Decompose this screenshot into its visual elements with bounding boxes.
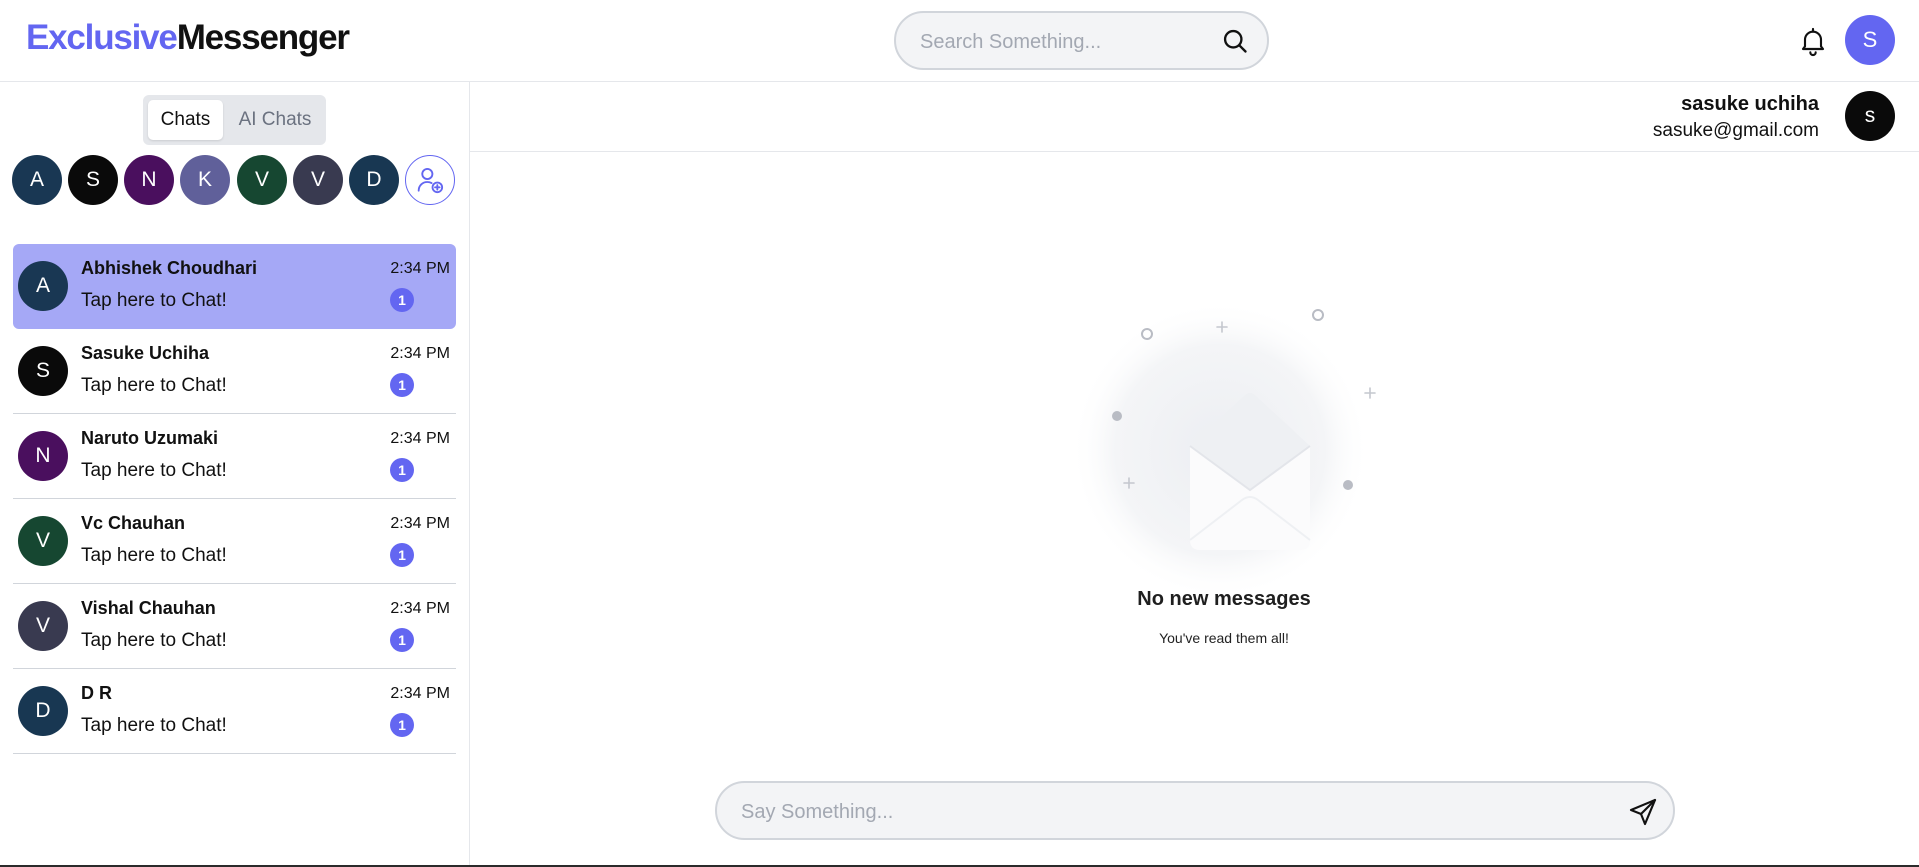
chat-preview: Tap here to Chat! bbox=[81, 630, 227, 651]
contact-avatar[interactable]: D bbox=[349, 155, 399, 205]
chat-preview: Tap here to Chat! bbox=[81, 460, 227, 481]
unread-badge: 1 bbox=[390, 628, 414, 652]
chat-avatar: A bbox=[18, 261, 68, 311]
chat-name: Vishal Chauhan bbox=[81, 598, 216, 618]
chat-preview: Tap here to Chat! bbox=[81, 715, 227, 736]
conversation-header: sasuke uchiha sasuke@gmail.com s bbox=[470, 82, 1919, 152]
search-icon[interactable] bbox=[1221, 27, 1249, 55]
chat-time: 2:34 PM bbox=[390, 600, 450, 617]
unread-badge: 1 bbox=[390, 458, 414, 482]
unread-badge: 1 bbox=[390, 543, 414, 567]
brand-part-1: Exclusive bbox=[26, 18, 178, 57]
conversation-panel: sasuke uchiha sasuke@gmail.com s No new … bbox=[470, 82, 1919, 867]
chat-tabs: Chats AI Chats bbox=[143, 95, 326, 145]
chat-list-item[interactable]: V Vc Chauhan Tap here to Chat! 2:34 PM 1 bbox=[13, 499, 456, 584]
empty-state bbox=[1050, 300, 1390, 630]
empty-state-subtitle: You've read them all! bbox=[1159, 630, 1289, 646]
add-user-icon bbox=[417, 168, 444, 194]
unread-badge: 1 bbox=[390, 288, 414, 312]
message-composer bbox=[715, 781, 1675, 840]
chat-name: D R bbox=[81, 683, 112, 703]
recipient-email: sasuke@gmail.com bbox=[1652, 120, 1819, 141]
chat-name: Vc Chauhan bbox=[81, 513, 186, 533]
chat-name: Abhishek Choudhari bbox=[81, 258, 258, 278]
sidebar: Chats AI Chats A S N K V V D A Abhishek … bbox=[0, 82, 470, 867]
chat-time: 2:34 PM bbox=[390, 430, 450, 447]
chat-preview: Tap here to Chat! bbox=[81, 375, 227, 396]
empty-state-title: No new messages bbox=[1137, 588, 1311, 610]
app-logo[interactable]: ExclusiveMessenger bbox=[26, 18, 350, 58]
chat-list-item[interactable]: A Abhishek Choudhari Tap here to Chat! 2… bbox=[13, 244, 456, 329]
chat-time: 2:34 PM bbox=[390, 515, 450, 532]
send-icon[interactable] bbox=[1627, 796, 1659, 828]
chat-time: 2:34 PM bbox=[390, 685, 450, 702]
contact-avatar[interactable]: K bbox=[180, 155, 230, 205]
chat-preview: Tap here to Chat! bbox=[81, 290, 227, 311]
chat-list-item[interactable]: S Sasuke Uchiha Tap here to Chat! 2:34 P… bbox=[13, 329, 456, 414]
tab-chats[interactable]: Chats bbox=[148, 100, 223, 140]
chat-time: 2:34 PM bbox=[390, 345, 450, 362]
recipient-avatar[interactable]: s bbox=[1845, 91, 1895, 141]
chat-avatar: N bbox=[18, 431, 68, 481]
search-input[interactable] bbox=[920, 29, 1200, 55]
contact-avatar[interactable]: N bbox=[124, 155, 174, 205]
chat-name: Sasuke Uchiha bbox=[81, 343, 210, 363]
contact-avatar[interactable]: V bbox=[237, 155, 287, 205]
chat-time: 2:34 PM bbox=[390, 260, 450, 277]
current-user-avatar[interactable]: S bbox=[1845, 15, 1895, 65]
unread-badge: 1 bbox=[390, 713, 414, 737]
tab-ai-chats[interactable]: AI Chats bbox=[229, 100, 321, 140]
contact-avatar[interactable]: S bbox=[68, 155, 118, 205]
chat-avatar: D bbox=[18, 686, 68, 736]
open-envelope-icon bbox=[1070, 300, 1376, 600]
contact-avatar[interactable]: A bbox=[12, 155, 62, 205]
unread-badge: 1 bbox=[390, 373, 414, 397]
chat-preview: Tap here to Chat! bbox=[81, 545, 227, 566]
search-bar bbox=[894, 11, 1269, 70]
recipient-name: sasuke uchiha bbox=[1681, 93, 1819, 115]
chat-list-item[interactable]: N Naruto Uzumaki Tap here to Chat! 2:34 … bbox=[13, 414, 456, 499]
add-contact-button[interactable] bbox=[405, 155, 455, 205]
chat-list: A Abhishek Choudhari Tap here to Chat! 2… bbox=[13, 244, 456, 754]
brand-part-2: Messenger bbox=[176, 18, 350, 57]
chat-avatar: S bbox=[18, 346, 68, 396]
chat-avatar: V bbox=[18, 601, 68, 651]
chat-list-item[interactable]: D D R Tap here to Chat! 2:34 PM 1 bbox=[13, 669, 456, 754]
chat-avatar: V bbox=[18, 516, 68, 566]
chat-list-item[interactable]: V Vishal Chauhan Tap here to Chat! 2:34 … bbox=[13, 584, 456, 669]
contact-avatar[interactable]: V bbox=[293, 155, 343, 205]
top-bar: ExclusiveMessenger S bbox=[0, 0, 1919, 82]
message-input[interactable] bbox=[741, 799, 1601, 825]
chat-name: Naruto Uzumaki bbox=[81, 428, 219, 448]
bell-icon[interactable] bbox=[1797, 25, 1829, 57]
